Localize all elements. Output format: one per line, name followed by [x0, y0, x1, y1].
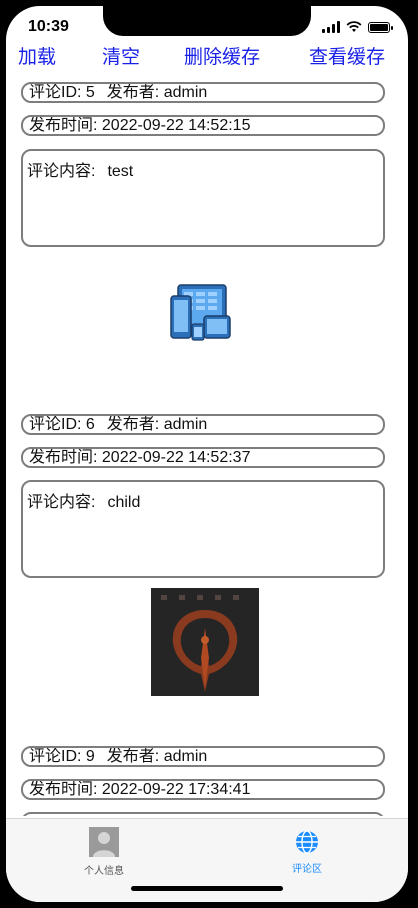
- devices-icon: [170, 284, 232, 347]
- comment-content-field: 评论内容: test: [21, 149, 385, 247]
- status-time: 10:39: [28, 18, 69, 35]
- view-cache-button[interactable]: 查看缓存: [309, 42, 385, 69]
- tab-comments[interactable]: 评论区: [267, 827, 347, 875]
- comment-time-field: 发布时间: 2022-09-22 17:34:41: [21, 779, 385, 800]
- tab-profile-label: 个人信息: [84, 866, 124, 877]
- tab-profile[interactable]: 个人信息: [64, 827, 144, 877]
- publisher-label: 发布者: admin: [106, 416, 208, 433]
- publisher-label: 发布者: admin: [106, 84, 208, 101]
- clear-button[interactable]: 清空: [102, 42, 140, 69]
- home-indicator[interactable]: [131, 886, 283, 891]
- comment-id-field: 评论ID: 5 发布者: admin: [21, 82, 385, 103]
- publisher-label: 发布者: admin: [106, 748, 208, 765]
- signal-icon: [322, 21, 340, 33]
- phone-frame: 10:39 加载 清空 删除缓存 查看缓存 评论ID: 5 发布者: admin …: [0, 0, 418, 908]
- delete-cache-button[interactable]: 删除缓存: [184, 42, 260, 69]
- load-button[interactable]: 加载: [18, 42, 56, 69]
- comment-id-field: 评论ID: 9 发布者: admin: [21, 746, 385, 767]
- person-icon: [89, 827, 119, 857]
- globe-icon: [296, 830, 318, 854]
- comment-id-field: 评论ID: 6 发布者: admin: [21, 414, 385, 435]
- wifi-icon: [346, 21, 362, 32]
- comment-content-field: 评论内容: child: [21, 480, 385, 578]
- app-screen: 10:39 加载 清空 删除缓存 查看缓存 评论ID: 5 发布者: admin …: [6, 6, 408, 902]
- comment-list[interactable]: 评论ID: 5 发布者: admin 发布时间: 2022-09-22 14:52…: [6, 74, 408, 816]
- comment-content-text: test: [107, 163, 134, 180]
- comment-content-text: child: [107, 494, 141, 511]
- comment-time-field: 发布时间: 2022-09-22 14:52:37: [21, 447, 385, 468]
- comment-time-field: 发布时间: 2022-09-22 14:52:15: [21, 115, 385, 136]
- battery-icon: [368, 21, 393, 33]
- quake-logo: [151, 588, 259, 701]
- tab-comments-label: 评论区: [292, 864, 322, 875]
- comment-content-field: [21, 812, 385, 816]
- status-icons: [322, 20, 393, 34]
- toolbar: 加载 清空 删除缓存 查看缓存: [6, 42, 408, 72]
- notch: [103, 6, 311, 36]
